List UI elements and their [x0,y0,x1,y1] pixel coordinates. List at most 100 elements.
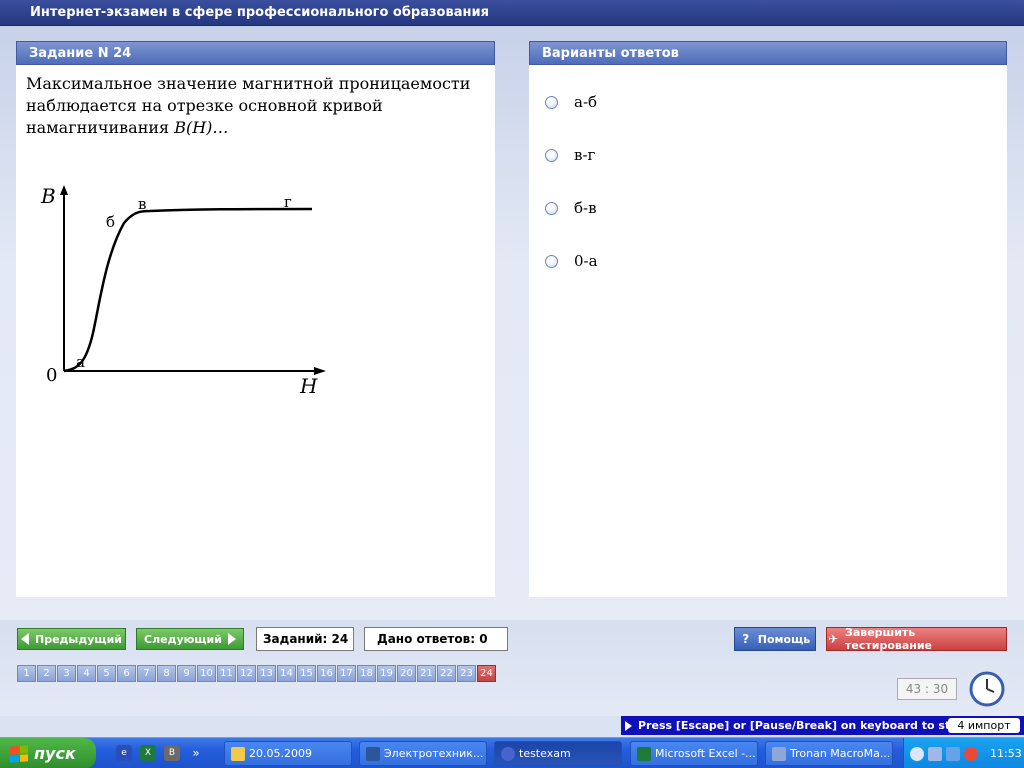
answer-option[interactable]: а-б [545,91,597,113]
radio-button[interactable] [545,148,558,162]
next-button[interactable]: Следующий [136,628,244,650]
question-number-button[interactable]: 10 [197,665,216,682]
chevron-left-icon[interactable] [910,746,924,761]
y-axis-label: B [40,184,56,208]
start-button[interactable]: пуск [0,738,96,768]
question-number-button[interactable]: 5 [97,665,116,682]
windows-logo-icon [10,744,28,763]
taskbar-item-label: Электротехник... [384,747,484,760]
question-number-button[interactable]: 23 [457,665,476,682]
answer-option[interactable]: в-г [545,144,595,166]
question-line: Максимальное значение магнитной проницае… [26,74,471,93]
taskbar-item-label: Microsoft Excel -... [655,747,756,760]
question-number-button[interactable]: 19 [377,665,396,682]
answer-option[interactable]: б-в [545,197,597,219]
play-icon [625,720,632,731]
point-g-label: г [284,193,292,211]
system-tray: 11:53 [903,738,1024,768]
question-number-button[interactable]: 8 [157,665,176,682]
start-button-label: пуск [34,744,76,763]
antivirus-icon[interactable] [964,746,978,761]
monitor-icon[interactable] [946,746,960,761]
question-number-button[interactable]: 9 [177,665,196,682]
question-number-bar: 1 2 3 4 5 6 7 8 9 10 11 12 13 14 15 16 17 18 19 20 21 22 23 24 [17,665,497,682]
window-title-bar: Интернет-экзамен в сфере профессионально… [0,0,1024,26]
network-icon[interactable] [928,746,942,761]
taskbar-item-testexam[interactable]: testexam [494,741,622,766]
question-number-button[interactable]: 13 [257,665,276,682]
window-title: Интернет-экзамен в сфере профессионально… [30,5,489,20]
question-mark-icon: ? [742,632,750,646]
question-number-button[interactable]: 3 [57,665,76,682]
tasks-count: Заданий: 24 [256,627,354,651]
browser-icon [501,746,515,761]
question-number-button[interactable]: 11 [217,665,236,682]
question-number-button[interactable]: 7 [137,665,156,682]
taskbar-item-folder[interactable]: 20.05.2009 [224,741,352,766]
radio-button[interactable] [545,95,558,109]
taskbar-item-label: 20.05.2009 [249,747,312,760]
more-chevron-icon[interactable]: » [188,745,204,761]
question-number-button[interactable]: 20 [397,665,416,682]
question-line-prefix: намагничивания [26,118,175,137]
taskbar-item-label: testexam [519,747,571,760]
y-axis-arrow [60,185,68,195]
taskbar-item-word[interactable]: Электротехник... [359,741,487,766]
question-text: Максимальное значение магнитной проницае… [26,73,486,139]
arrow-left-icon [20,633,29,645]
excel-icon[interactable]: X [140,745,156,761]
point-b-label: б [106,213,115,231]
question-number-button[interactable]: 18 [357,665,376,682]
radio-button[interactable] [545,201,558,215]
task-header: Задание N 24 [16,41,495,65]
answers-panel: Варианты ответов а-б в-г б-в 0-а [529,41,1007,597]
quick-launch: e X B » [116,745,212,761]
radio-button[interactable] [545,254,558,268]
question-number-button[interactable]: 6 [117,665,136,682]
answer-label[interactable]: б-в [574,199,597,217]
clock-icon [969,671,1005,707]
point-a-label: а [76,353,85,371]
play-icon [772,746,786,761]
taskbar-item-excel[interactable]: Microsoft Excel -... [630,741,758,766]
help-button-label: Помощь [757,632,811,646]
question-number-button[interactable]: 24 [477,665,496,682]
running-man-icon: ✈ [827,632,839,646]
b-h-curve [63,207,313,373]
recorder-hint-text: Press [Escape] or [Pause/Break] on keybo… [638,719,966,732]
browser-icon[interactable]: e [116,745,132,761]
answered-count: Дано ответов: 0 [364,627,508,651]
word-icon [366,746,380,761]
previous-button-label: Предыдущий [34,632,122,646]
bmp-icon[interactable]: B [164,745,180,761]
answer-label[interactable]: 0-а [574,252,598,270]
question-number-button[interactable]: 12 [237,665,256,682]
taskbar-item-macro[interactable]: Tronan MacroMa... [765,741,893,766]
answer-label[interactable]: в-г [574,146,595,164]
question-number-button[interactable]: 2 [37,665,56,682]
question-line: наблюдается на отрезке основной кривой [26,96,383,115]
answer-label[interactable]: а-б [574,93,597,111]
next-button-label: Следующий [144,632,222,646]
folder-icon [231,746,245,761]
question-number-button[interactable]: 17 [337,665,356,682]
question-number-button[interactable]: 21 [417,665,436,682]
timer-display: 43 : 30 [897,678,957,700]
question-number-button[interactable]: 16 [317,665,336,682]
question-number-button[interactable]: 14 [277,665,296,682]
import-badge: 4 импорт [948,718,1020,733]
point-v-label: в [138,195,146,213]
tray-clock: 11:53 [990,747,1022,760]
question-number-button[interactable]: 15 [297,665,316,682]
help-button[interactable]: ? Помощь [734,627,816,651]
question-number-button[interactable]: 4 [77,665,96,682]
question-number-button[interactable]: 1 [17,665,36,682]
answer-option[interactable]: 0-а [545,250,598,272]
arrow-right-icon [227,633,236,645]
x-axis-label: H [299,374,318,398]
question-number-button[interactable]: 22 [437,665,456,682]
magnetization-curve-figure: B H 0 а б в г [40,184,326,398]
previous-button[interactable]: Предыдущий [17,628,126,650]
finish-test-button[interactable]: ✈ Завершить тестирование [826,626,1007,652]
question-formula: B(H)… [174,118,229,137]
